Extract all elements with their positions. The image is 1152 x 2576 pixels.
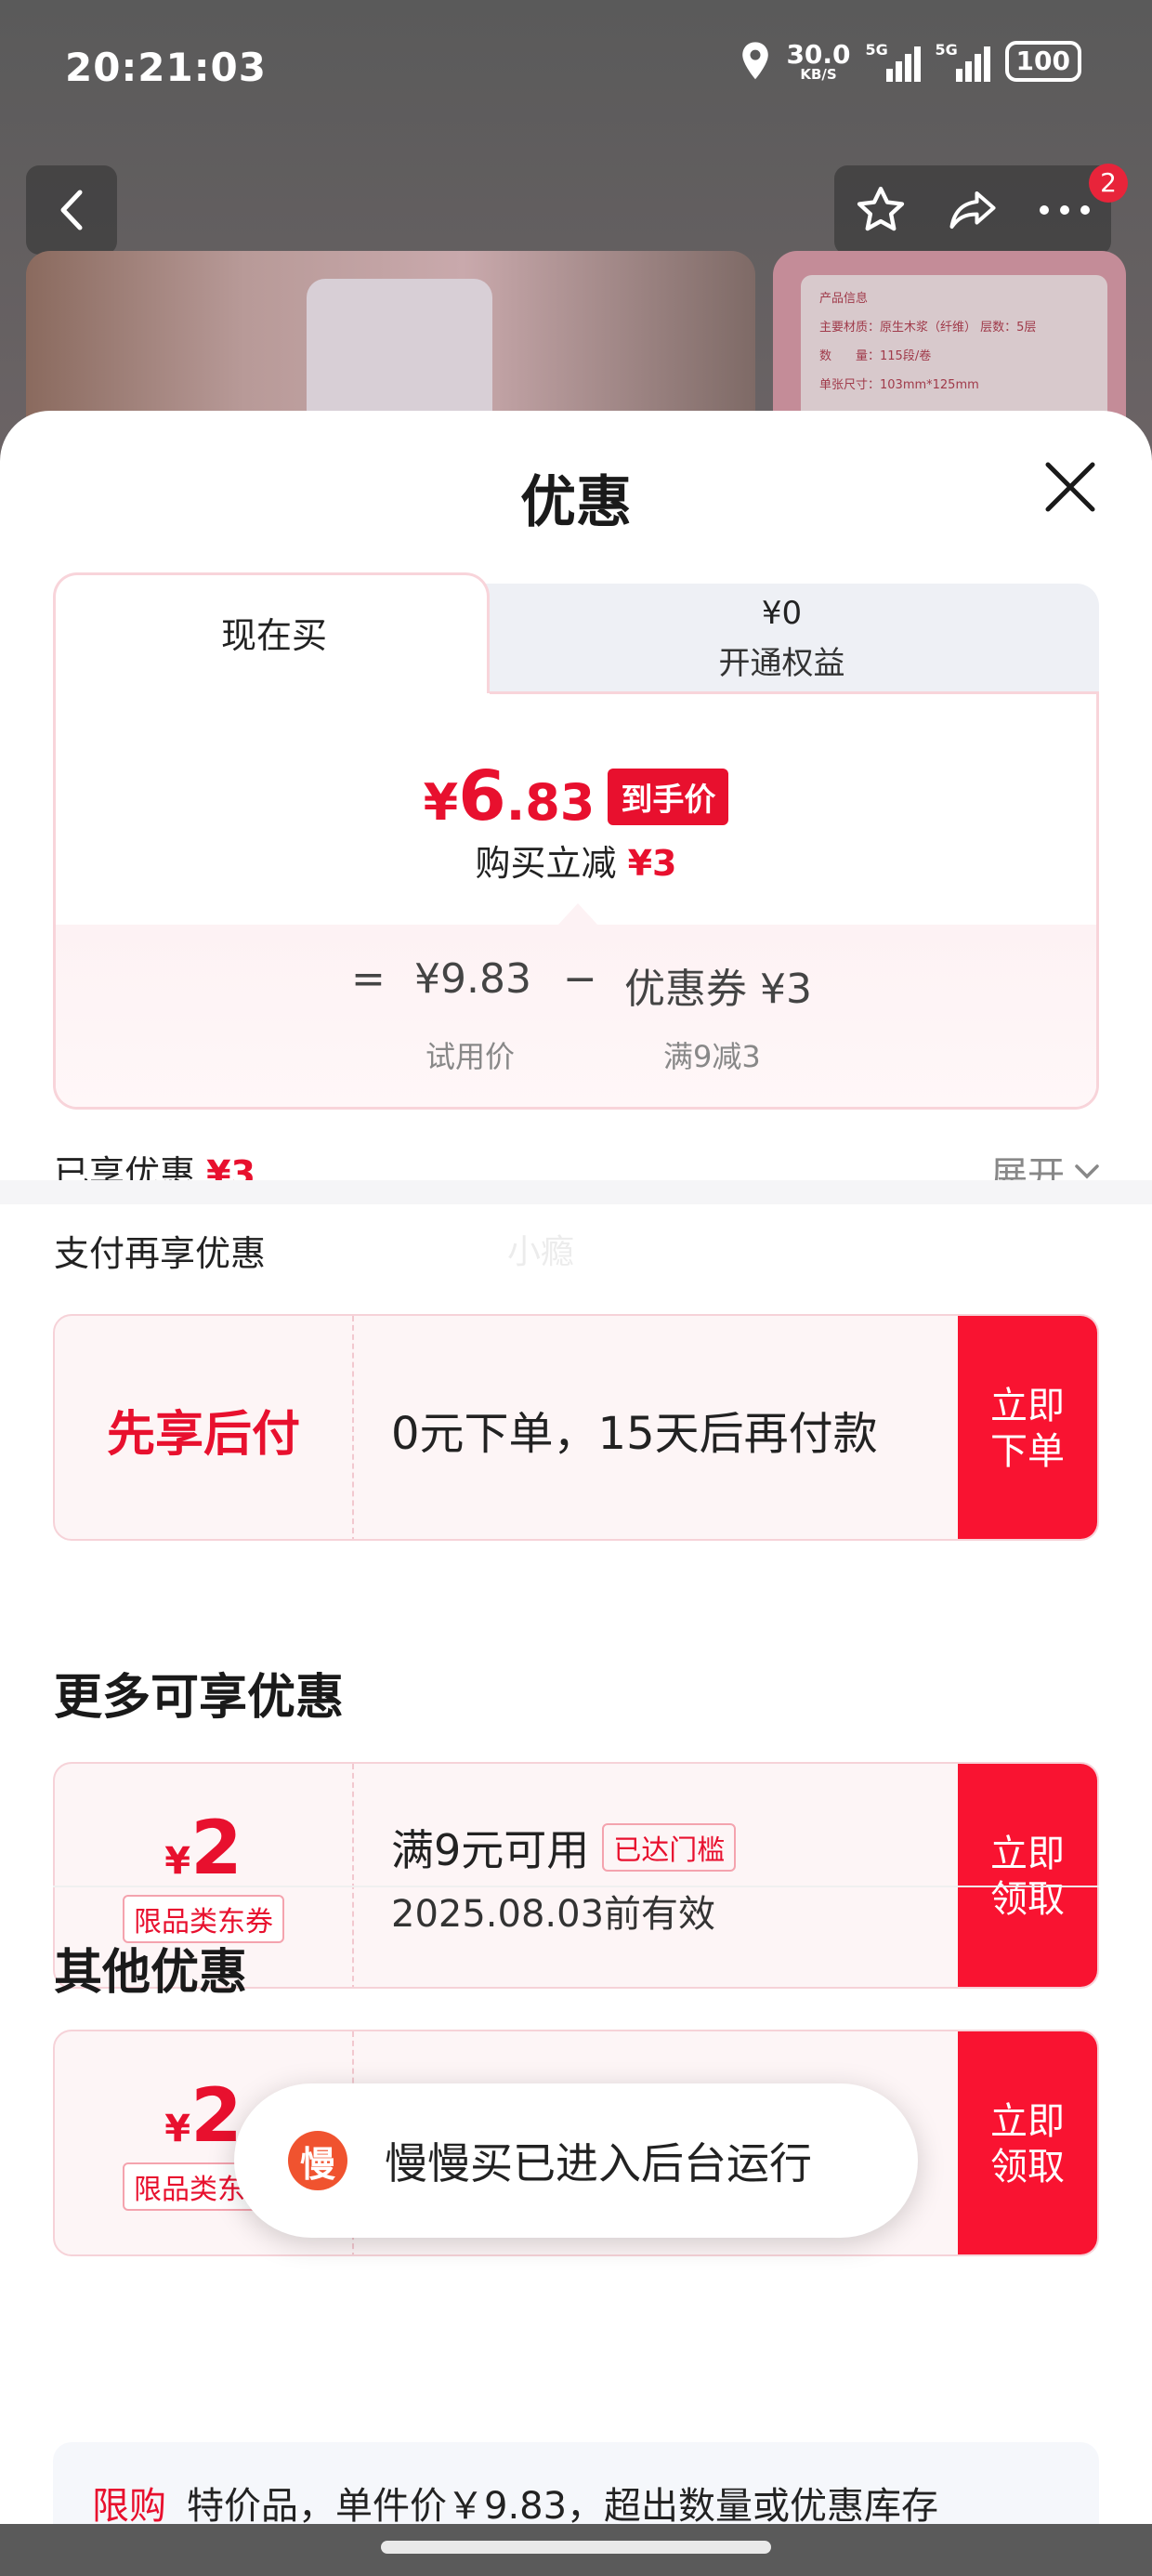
- battery-icon: 100: [1004, 41, 1081, 82]
- trial-price-label: 试用价: [425, 1039, 516, 1074]
- background-running-toast: 慢 慢慢买已进入后台运行: [234, 2083, 918, 2238]
- signal-5g-icon: 5G: [936, 41, 990, 82]
- pay-later-desc: 0元下单，15天后再付款: [391, 1408, 878, 1460]
- instant-discount: 购买立减 ¥3: [475, 843, 677, 884]
- coupon-validity: 2025.08.03前有效: [391, 1893, 716, 1936]
- tab-buy-now[interactable]: 现在买: [53, 572, 490, 693]
- star-icon[interactable]: [853, 183, 909, 237]
- app-logo-icon: 慢: [288, 2131, 347, 2190]
- location-icon: [742, 42, 769, 80]
- more-icon[interactable]: [1037, 203, 1093, 217]
- coupon-deduction: 优惠券 ¥3: [624, 966, 812, 1013]
- final-price: ¥6.83: [423, 756, 596, 836]
- top-actions: [834, 165, 1111, 255]
- toast-text: 慢慢买已进入后台运行: [385, 2138, 812, 2188]
- status-bar: 20:21:03 30.0 KB/S 5G 5G 100: [0, 0, 1152, 139]
- status-time: 20:21:03: [65, 45, 267, 90]
- other-offers-title: 其他优惠: [54, 1945, 248, 2001]
- share-icon[interactable]: [945, 185, 1001, 235]
- coupon-amount: ¥2: [164, 1805, 242, 1891]
- trial-price: ¥9.83: [414, 955, 531, 1003]
- pay-later-label: 先享后付: [106, 1406, 300, 1463]
- divider: [53, 1886, 1099, 1887]
- order-now-button[interactable]: 立即 下单: [958, 1316, 1097, 1539]
- threshold-badge: 已达门槛: [602, 1823, 737, 1872]
- limit-tag: 限购: [92, 2485, 166, 2528]
- claim-coupon-button[interactable]: 立即 领取: [958, 1764, 1097, 1987]
- sheet-title: 优惠: [520, 470, 632, 535]
- tab-buy-now-label: 现在买: [220, 615, 327, 656]
- status-icons: 30.0 KB/S 5G 5G 100: [740, 41, 1081, 82]
- claim-coupon-button[interactable]: 立即 领取: [958, 2031, 1097, 2254]
- calc-notch: [557, 903, 598, 926]
- pay-later-offer: 先享后付 0元下单，15天后再付款 立即 下单: [53, 1314, 1099, 1541]
- close-icon[interactable]: [1039, 455, 1102, 519]
- final-price-badge: 到手价: [608, 768, 729, 825]
- tab-membership-label: 开通权益: [718, 645, 845, 682]
- network-speed: 30.0 KB/S: [786, 38, 851, 83]
- product-info-line: 数 量：115段/卷: [819, 349, 932, 363]
- tab-membership-price: ¥0: [761, 595, 803, 632]
- chevron-down-icon: [1075, 1164, 1099, 1179]
- back-button[interactable]: [26, 165, 117, 255]
- limit-text: 特价品，单件价￥9.83，超出数量或优惠库存: [187, 2485, 939, 2528]
- home-indicator[interactable]: [381, 2541, 771, 2554]
- final-price-row: ¥6.83 到手价: [0, 756, 1152, 836]
- section-separator: [0, 1180, 1152, 1204]
- product-info-line: 单张尺寸：103mm*125mm: [819, 378, 979, 392]
- product-info-line: 主要材质：原生木浆（纤维） 层数：5层: [819, 321, 1037, 335]
- watermark: 小瘾: [507, 1233, 575, 1271]
- pay-more-label: 支付再享优惠: [54, 1233, 267, 1274]
- card-divider: [490, 691, 1099, 694]
- coupon-condition-label: 满9减3: [663, 1039, 761, 1074]
- signal-5g-icon: 5G: [866, 41, 921, 82]
- more-offers-title: 更多可享优惠: [54, 1670, 345, 1726]
- product-info-title: 产品信息: [819, 292, 869, 306]
- offers-sheet: 优惠 ¥0 开通权益 现在买 ¥6.83 到手价 购买立减 ¥3 = ¥9.83…: [0, 411, 1152, 2576]
- tab-membership[interactable]: ¥0 开通权益: [465, 584, 1099, 695]
- coupon-condition: 满9元可用: [391, 1825, 590, 1875]
- chevron-left-icon: [60, 190, 83, 230]
- coupon-amount: ¥2: [164, 2072, 242, 2159]
- notification-badge: 2: [1089, 164, 1128, 203]
- price-calculation: [56, 925, 1096, 1107]
